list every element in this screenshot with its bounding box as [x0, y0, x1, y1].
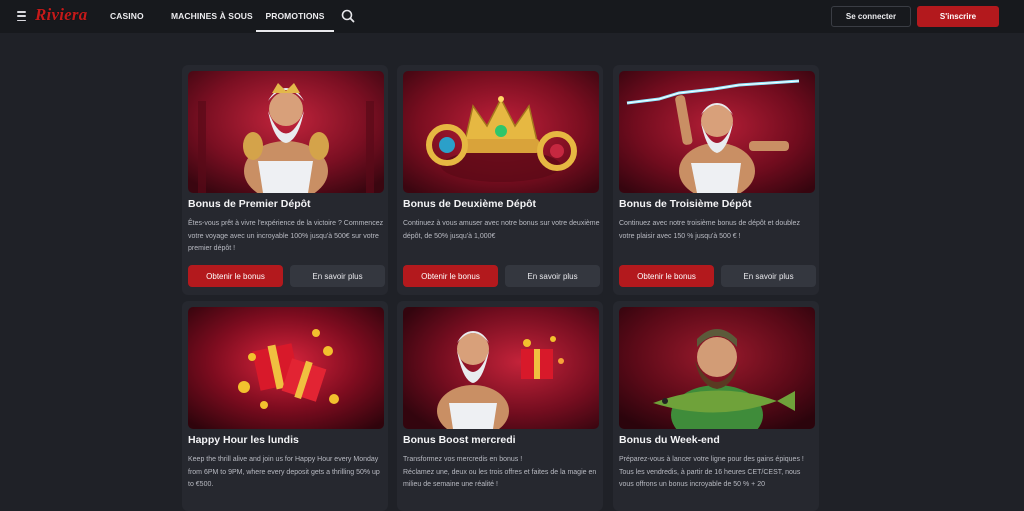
nav-casino[interactable]: CASINO — [110, 0, 144, 33]
promo-card-second-deposit: Bonus de Deuxième Dépôt Continuez à vous… — [397, 65, 603, 295]
promo-card-third-deposit: Bonus de Troisième Dépôt Continuez avec … — [613, 65, 819, 295]
promo-description: Continuez à vous amuser avec notre bonus… — [403, 218, 601, 243]
promo-card-wednesday-boost: Bonus Boost mercredi Transformez vos mer… — [397, 301, 603, 511]
hamburger-menu-icon[interactable] — [17, 11, 26, 21]
promo-description-line: Transformez vos mercredis en bonus ! — [403, 456, 523, 463]
signup-button[interactable]: S'inscrire — [917, 6, 999, 27]
promo-title: Bonus Boost mercredi — [403, 434, 516, 446]
golden-crown-image — [403, 71, 599, 193]
claim-bonus-button[interactable]: Obtenir le bonus — [403, 265, 498, 287]
promo-description-line: Tous les vendredis, à partir de 16 heure… — [619, 468, 801, 489]
gift-boxes-image — [188, 307, 384, 429]
promo-title: Happy Hour les lundis — [188, 434, 299, 446]
riviera-logo[interactable]: Riviera — [35, 5, 87, 25]
search-icon[interactable] — [340, 8, 356, 24]
login-button[interactable]: Se connecter — [831, 6, 911, 27]
promo-description-line: Préparez-vous à lancer votre ligne pour … — [619, 456, 804, 463]
promo-description: Préparez-vous à lancer votre ligne pour … — [619, 454, 817, 492]
learn-more-button[interactable]: En savoir plus — [290, 265, 385, 287]
fisherman-image — [619, 307, 815, 429]
promo-description: Êtes-vous prêt à vivre l'expérience de l… — [188, 218, 386, 256]
promo-title: Bonus de Troisième Dépôt — [619, 198, 752, 210]
nav-slot-machines[interactable]: MACHINES À SOUS — [171, 0, 253, 33]
zeus-lightning-image — [619, 71, 815, 193]
learn-more-button[interactable]: En savoir plus — [505, 265, 600, 287]
promo-card-weekend: Bonus du Week-end Préparez-vous à lancer… — [613, 301, 819, 511]
promo-description-line: Keep the thrill alive and join us for Ha… — [188, 456, 380, 488]
learn-more-button[interactable]: En savoir plus — [721, 265, 816, 287]
promo-description: Transformez vos mercredis en bonus ! Réc… — [403, 454, 601, 492]
claim-bonus-button[interactable]: Obtenir le bonus — [188, 265, 283, 287]
promo-description-line: Continuez à vous amuser avec notre bonus… — [403, 220, 600, 240]
claim-bonus-button[interactable]: Obtenir le bonus — [619, 265, 714, 287]
promo-title: Bonus du Week-end — [619, 434, 720, 446]
promo-card-happy-hour: Happy Hour les lundis Keep the thrill al… — [182, 301, 388, 511]
top-navigation-bar: Riviera CASINO MACHINES À SOUS PROMOTION… — [0, 0, 1024, 33]
promo-title: Bonus de Deuxième Dépôt — [403, 198, 537, 210]
promo-description-line: Continuez avec notre troisième bonus de … — [619, 220, 800, 240]
zeus-gift-image — [403, 307, 599, 429]
zeus-character-image — [188, 71, 384, 193]
promo-description: Continuez avec notre troisième bonus de … — [619, 218, 817, 243]
promo-description-line: Réclamez une, deux ou les trois offres e… — [403, 468, 597, 489]
promo-title: Bonus de Premier Dépôt — [188, 198, 311, 210]
promo-description-line: Êtes-vous prêt à vivre l'expérience de l… — [188, 220, 384, 252]
promo-description: Keep the thrill alive and join us for Ha… — [188, 454, 386, 492]
promo-card-first-deposit: Bonus de Premier Dépôt Êtes-vous prêt à … — [182, 65, 388, 295]
nav-promotions[interactable]: PROMOTIONS — [256, 0, 334, 33]
